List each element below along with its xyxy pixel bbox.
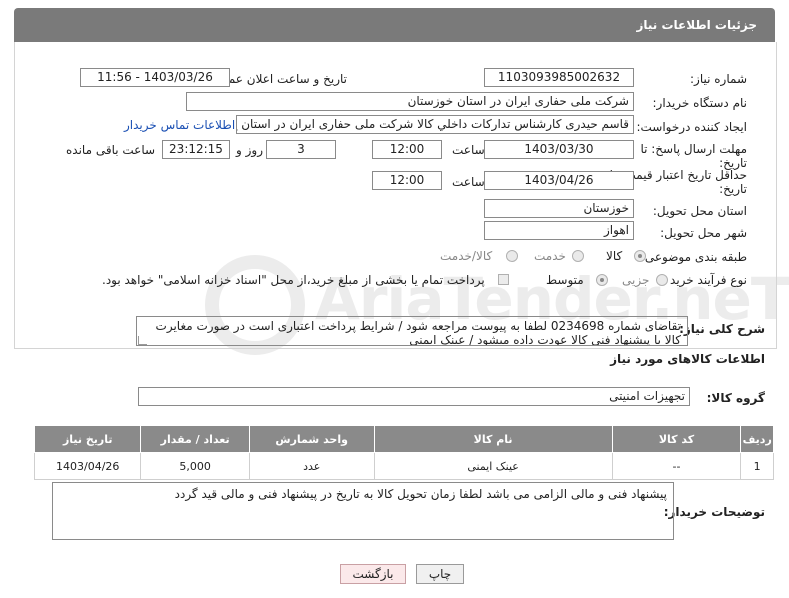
goods-section-title: اطلاعات کالاهای مورد نیاز	[610, 352, 765, 366]
buyer-notes-label: توضیحات خریدار:	[663, 505, 765, 519]
print-button[interactable]: چاپ	[416, 564, 464, 584]
announce-datetime-field[interactable]: 1403/03/26 - 11:56	[80, 68, 230, 87]
category-goods-service-label: کالا/خدمت	[440, 249, 493, 263]
response-time-field[interactable]: 12:00	[372, 140, 442, 159]
cell-row: 1	[740, 452, 774, 480]
col-name: نام کالا	[373, 425, 613, 453]
process-minor-label: جزیی	[622, 273, 650, 287]
price-validity-label-date: تاریخ:	[719, 182, 747, 196]
delivery-city-label: شهر محل تحویل:	[660, 226, 747, 240]
description-label: شرح کلی نیاز:	[679, 322, 765, 336]
price-validity-time-label: ساعت	[452, 175, 485, 189]
category-goods-service-radio[interactable]	[506, 250, 518, 262]
delivery-province-label: استان محل تحویل:	[652, 204, 747, 218]
response-date-field[interactable]: 1403/03/30	[484, 140, 634, 159]
response-deadline-label: مهلت ارسال پاسخ: تا	[640, 142, 747, 156]
process-medium-radio[interactable]	[596, 274, 608, 286]
treasury-payment-checkbox[interactable]	[498, 274, 509, 285]
process-type-label: نوع فرآیند خرید :	[662, 273, 747, 287]
response-days-field[interactable]: 3	[266, 140, 336, 159]
cell-code: --	[611, 452, 742, 480]
resize-handle-icon[interactable]	[138, 336, 147, 345]
category-goods-label: کالا	[606, 249, 623, 263]
need-number-label: شماره نیاز:	[690, 72, 747, 86]
process-minor-radio[interactable]	[656, 274, 668, 286]
requester-label: ایجاد کننده درخواست:	[636, 120, 747, 134]
col-qty: تعداد / مقدار	[140, 425, 250, 453]
buyer-notes-field[interactable]: پیشنهاد فنی و مالی الزامی می باشد لطفا ز…	[52, 482, 674, 540]
price-validity-date-field[interactable]: 1403/04/26	[484, 171, 634, 190]
buyer-contact-link[interactable]: اطلاعات تماس خریدار	[124, 118, 235, 132]
table-row[interactable]: 1 -- عینک ایمنی عدد 5,000 1403/04/26	[33, 452, 774, 480]
days-label: روز و	[236, 143, 263, 157]
panel-body	[14, 42, 777, 349]
col-code: کد کالا	[611, 425, 742, 453]
response-time-label: ساعت	[452, 143, 485, 157]
delivery-province-field[interactable]: خوزستان	[484, 199, 634, 218]
description-field[interactable]: تقاضای شماره 0234698 لطفا به پیوست مراجع…	[136, 316, 688, 346]
need-number-field[interactable]: 1103093985002632	[484, 68, 634, 87]
col-unit: واحد شمارش	[248, 425, 375, 453]
page-title: جزئیات اطلاعات نیاز	[636, 18, 757, 32]
goods-table-header: ردیف کد کالا نام کالا واحد شمارش تعداد /…	[33, 425, 774, 453]
cell-name: عینک ایمنی	[373, 452, 613, 480]
panel-header: جزئیات اطلاعات نیاز	[14, 8, 775, 42]
category-service-radio[interactable]	[572, 250, 584, 262]
price-validity-time-field[interactable]: 12:00	[372, 171, 442, 190]
buyer-org-field[interactable]: شرکت ملی حفاری ایران در استان خوزستان	[186, 92, 634, 111]
buyer-org-label: نام دستگاه خریدار:	[652, 96, 748, 110]
category-goods-radio[interactable]	[634, 250, 646, 262]
back-button[interactable]: بازگشت	[340, 564, 406, 584]
goods-group-field[interactable]: تجهیزات امنیتی	[138, 387, 690, 406]
process-medium-label: متوسط	[546, 273, 584, 287]
cell-unit: عدد	[248, 452, 375, 480]
col-need-date: تاریخ نیاز	[33, 425, 142, 453]
delivery-city-field[interactable]: اهواز	[484, 221, 634, 240]
remaining-time-field[interactable]: 23:12:15	[162, 140, 230, 159]
category-label: طبقه بندی موضوعی:	[640, 250, 747, 264]
goods-table: ردیف کد کالا نام کالا واحد شمارش تعداد /…	[33, 425, 774, 480]
requester-field[interactable]: قاسم حیدری کارشناس تداركات داخلي كالا شر…	[236, 115, 634, 134]
remaining-label: ساعت باقی مانده	[66, 143, 156, 157]
cell-qty: 5,000	[140, 452, 250, 480]
category-service-label: خدمت	[534, 249, 566, 263]
cell-need-date: 1403/04/26	[33, 452, 142, 480]
treasury-payment-note: پرداخت تمام یا بخشی از مبلغ خرید،از محل …	[102, 273, 485, 287]
goods-group-label: گروه کالا:	[706, 391, 765, 405]
col-row: ردیف	[740, 425, 774, 453]
